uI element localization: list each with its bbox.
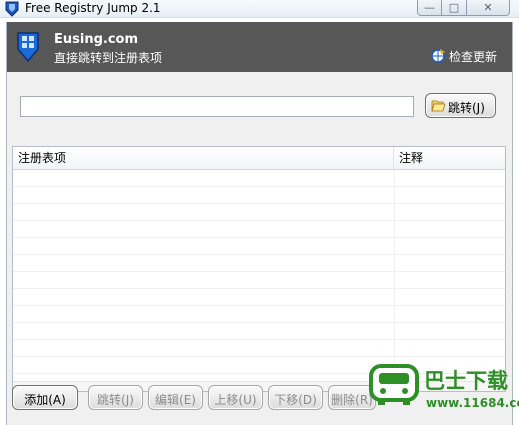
column-divider [394,204,395,221]
list-body [13,170,505,391]
watermark-bus-icon [369,364,419,405]
list-jump-button-label: 跳转(J) [97,393,134,407]
jump-button[interactable]: 跳转(J) [425,93,496,118]
column-header-note[interactable]: 注释 [394,147,505,169]
move-down-button[interactable]: 下移(D) [268,385,323,410]
list-row[interactable] [13,187,505,204]
list-row[interactable] [13,306,505,323]
column-divider [394,272,395,289]
check-update-label: 检查更新 [449,50,498,64]
maximize-icon: □ [448,1,460,14]
list-row[interactable] [13,255,505,272]
list-row[interactable] [13,340,505,357]
app-arrow-icon [5,1,19,17]
window-title: Free Registry Jump 2.1 [25,1,161,15]
header-band: Eusing.com 直接跳转到注册表项 检查更新 [7,22,512,72]
list-row[interactable] [13,272,505,289]
column-divider [394,238,395,255]
list-row[interactable] [13,289,505,306]
column-divider [394,170,395,187]
check-update-link[interactable]: 检查更新 [430,47,510,65]
close-button[interactable]: ✕ [467,0,510,16]
move-down-button-label: 下移(D) [274,393,317,407]
registry-logo-icon [17,32,39,62]
column-divider [394,255,395,272]
move-up-button-label: 上移(U) [214,393,257,407]
jump-button-label: 跳转(J) [448,101,485,115]
column-divider [394,221,395,238]
title-bar: Free Registry Jump 2.1 — □ ✕ [0,0,519,18]
list-jump-button[interactable]: 跳转(J) [88,385,143,410]
registry-list[interactable]: 注册表项 注释 [12,146,506,392]
folder-open-icon [431,100,446,112]
column-divider [394,289,395,306]
column-divider [394,187,395,204]
list-row[interactable] [13,323,505,340]
list-row[interactable] [13,221,505,238]
list-header: 注册表项 注释 [13,147,505,170]
watermark-url: www.11684.com [426,396,519,410]
list-row[interactable] [13,238,505,255]
edit-button[interactable]: 编辑(E) [148,385,203,410]
list-row[interactable] [13,204,505,221]
brand-name: Eusing.com [54,32,139,47]
minimize-icon: — [424,1,435,14]
tagline: 直接跳转到注册表项 [54,51,163,65]
update-globe-icon [431,49,445,63]
add-button-label: 添加(A) [24,393,66,407]
edit-button-label: 编辑(E) [155,393,196,407]
column-divider [394,323,395,340]
column-header-registry-key[interactable]: 注册表项 [13,147,394,169]
watermark: 巴士下载 www.11684.com [362,360,519,425]
add-button[interactable]: 添加(A) [12,385,78,410]
watermark-title: 巴士下载 [424,369,508,393]
registry-path-input[interactable] [20,96,414,117]
maximize-button[interactable]: □ [442,0,467,16]
minimize-button[interactable]: — [417,0,442,16]
move-up-button[interactable]: 上移(U) [208,385,263,410]
list-row[interactable] [13,170,505,187]
close-icon: ✕ [483,1,493,14]
column-divider [394,306,395,323]
column-divider [394,340,395,357]
